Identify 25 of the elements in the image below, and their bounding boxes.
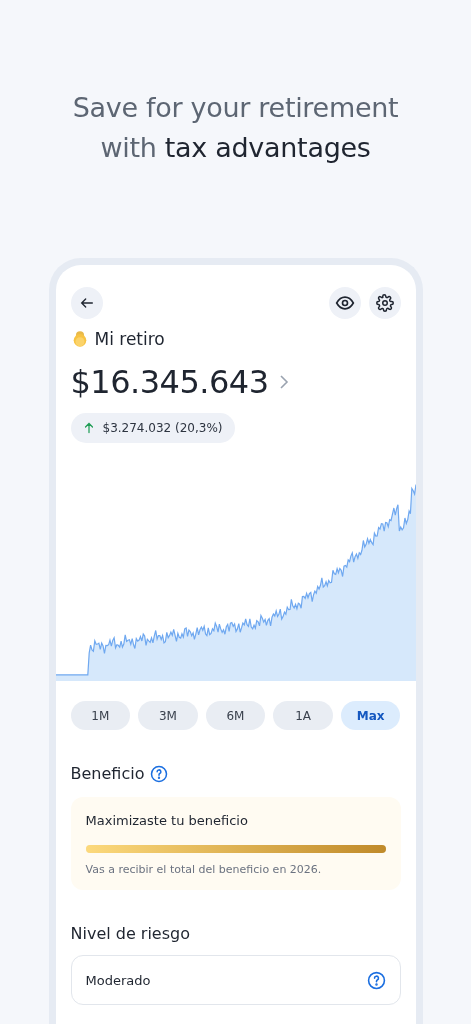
risk-select[interactable]: Moderado [70,955,401,1005]
settings-icon [375,294,394,312]
help-icon[interactable] [366,970,386,990]
range-tab[interactable]: 1M [70,701,131,730]
chevron-right-icon[interactable] [278,374,289,390]
range-tab[interactable]: 3M [138,701,198,730]
benefit-note: Vas a recibir el total del beneficio en 2026. [85,863,323,876]
balance: $16.345.643 [70,363,269,401]
section-title: Nivel de riesgo [70,924,190,943]
back-button[interactable] [70,287,103,319]
arrow-left-icon [78,295,95,311]
section-title: Beneficio [70,764,145,783]
eye-icon [334,293,355,313]
range-tab[interactable]: 1A [273,701,333,730]
benefit-title: Maximizaste tu beneficio [85,813,249,828]
account-name: Mi retiro [94,329,165,349]
headline: Save for your retirement with tax advantages [72,91,399,165]
eye-button[interactable] [328,287,361,319]
help-icon[interactable] [150,764,169,783]
gain-amount: $3.274.032 (20,3%) [102,421,223,435]
settings-button[interactable] [368,287,401,319]
risk-value: Moderado [85,972,151,988]
range-tab[interactable]: 6M [205,701,266,730]
arrow-up-icon [82,422,95,434]
range-tab[interactable]: Max [340,701,401,730]
